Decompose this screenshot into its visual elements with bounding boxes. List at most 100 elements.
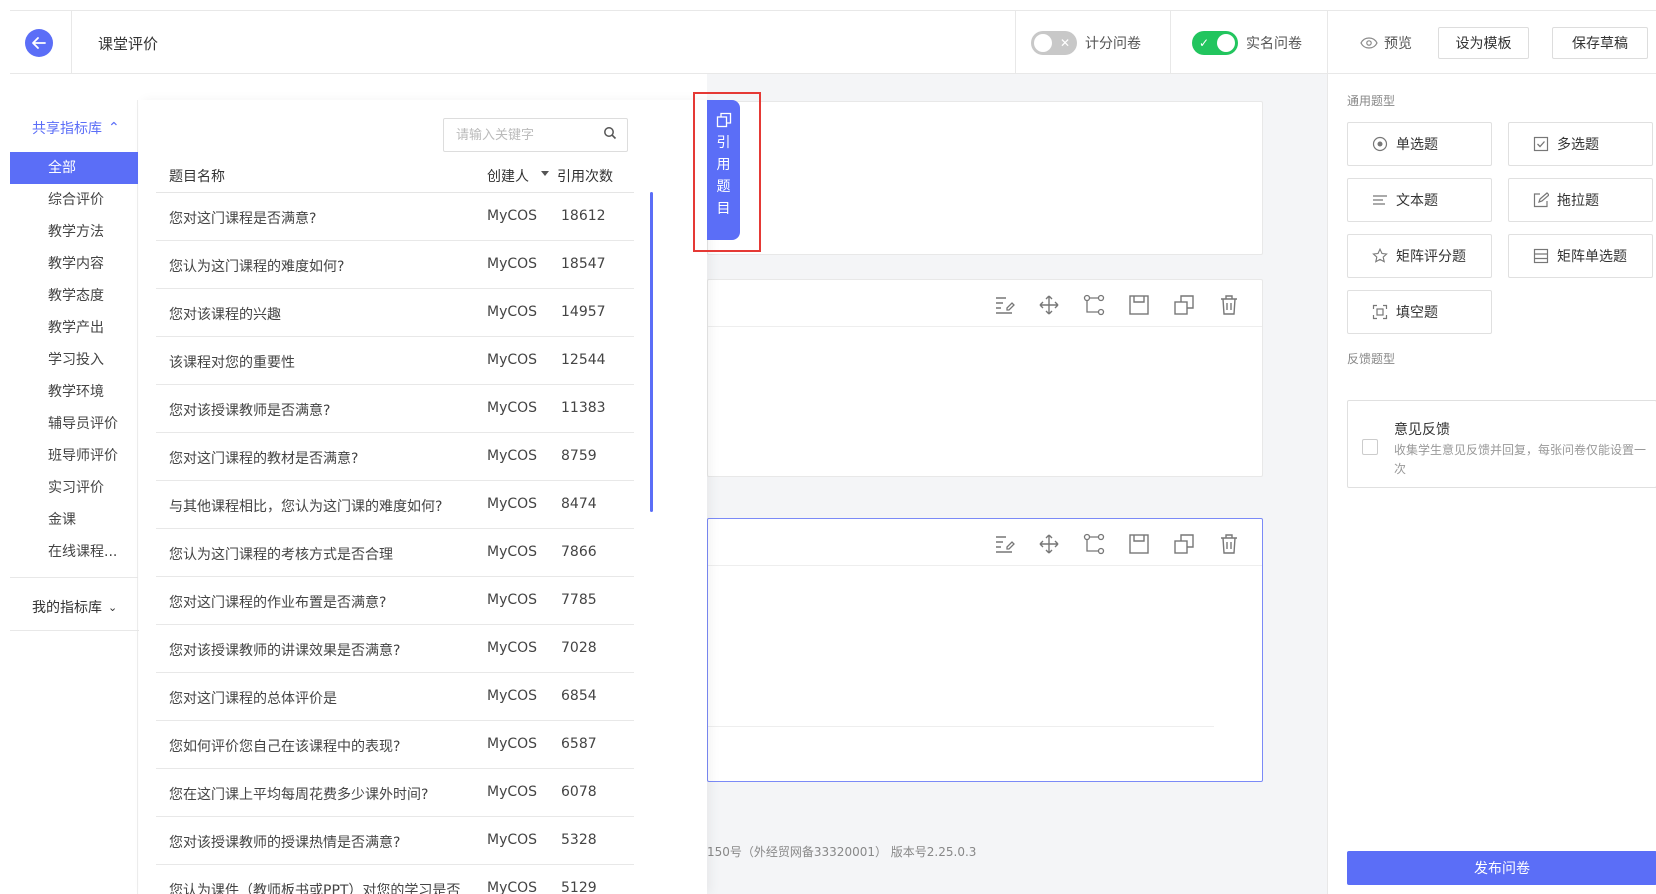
publish-button[interactable]: 发布问卷 bbox=[1347, 851, 1656, 885]
divider bbox=[708, 326, 1262, 327]
category-item[interactable]: 实习评价 bbox=[10, 472, 138, 504]
save-icon[interactable] bbox=[1128, 533, 1150, 555]
logic-icon[interactable] bbox=[1083, 533, 1105, 555]
set-template-button[interactable]: 设为模板 bbox=[1438, 27, 1529, 59]
table-row[interactable]: 该课程对您的重要性 MyCOS 12544 bbox=[156, 337, 634, 385]
toggle-knob bbox=[1217, 34, 1235, 52]
category-item[interactable]: 全部 bbox=[10, 152, 138, 184]
delete-icon[interactable] bbox=[1218, 533, 1240, 555]
search-input[interactable] bbox=[456, 127, 586, 143]
table-row[interactable]: 您认为这门课程的难度如何? MyCOS 18547 bbox=[156, 241, 634, 289]
question-count: 7785 bbox=[561, 592, 597, 608]
question-creator: MyCOS bbox=[487, 688, 538, 704]
type-label: 多选题 bbox=[1557, 137, 1599, 153]
my-lib-toggle[interactable]: 我的指标库 ⌄ bbox=[32, 597, 117, 617]
question-name: 您认为这门课程的难度如何? bbox=[169, 259, 345, 275]
question-count: 8474 bbox=[561, 496, 597, 512]
edit-icon[interactable] bbox=[993, 533, 1015, 555]
column-header-name: 题目名称 bbox=[169, 169, 225, 185]
type-matrix-rating[interactable]: 矩阵评分题 bbox=[1347, 234, 1492, 278]
save-icon[interactable] bbox=[1128, 294, 1150, 316]
sort-down-icon[interactable] bbox=[541, 171, 549, 176]
category-item[interactable]: 教学环境 bbox=[10, 376, 138, 408]
search-icon[interactable] bbox=[603, 126, 617, 144]
question-creator: MyCOS bbox=[487, 208, 538, 224]
table-row[interactable]: 与其他课程相比，您认为这门课的难度如何? MyCOS 8474 bbox=[156, 481, 634, 529]
column-header-creator[interactable]: 创建人 bbox=[487, 166, 529, 186]
table-row[interactable]: 您在这门课上平均每周花费多少课外时间? MyCOS 6078 bbox=[156, 769, 634, 817]
search-box bbox=[443, 118, 628, 152]
survey-header-card[interactable] bbox=[707, 101, 1263, 255]
category-item[interactable]: 教学态度 bbox=[10, 280, 138, 312]
move-icon[interactable] bbox=[1038, 294, 1060, 316]
category-item[interactable]: 学习投入 bbox=[10, 344, 138, 376]
question-list: 您对这门课程是否满意? MyCOS 18612 您认为这门课程的难度如何? MyCOS… bbox=[156, 193, 634, 894]
question-creator: MyCOS bbox=[487, 448, 538, 464]
category-item[interactable]: 金课 bbox=[10, 504, 138, 536]
type-fill-blank[interactable]: 填空题 bbox=[1347, 290, 1492, 334]
type-single-choice[interactable]: 单选题 bbox=[1347, 122, 1492, 166]
divider bbox=[10, 630, 148, 631]
general-types-label: 通用题型 bbox=[1347, 94, 1396, 108]
question-creator: MyCOS bbox=[487, 880, 538, 894]
preview-button[interactable]: 预览 bbox=[1360, 33, 1412, 53]
table-row[interactable]: 您认为这门课程的考核方式是否合理 MyCOS 7866 bbox=[156, 529, 634, 577]
separator bbox=[1327, 11, 1328, 74]
realname-toggle-label: 实名问卷 bbox=[1246, 36, 1302, 52]
matrix-icon bbox=[1533, 248, 1549, 264]
edit-icon[interactable] bbox=[993, 294, 1015, 316]
back-button[interactable] bbox=[25, 29, 53, 57]
scrollbar-thumb[interactable] bbox=[650, 192, 653, 512]
category-item[interactable]: 教学产出 bbox=[10, 312, 138, 344]
type-drag[interactable]: 拖拉题 bbox=[1508, 178, 1653, 222]
table-row[interactable]: 您如何评价您自己在该课程中的表现? MyCOS 6587 bbox=[156, 721, 634, 769]
category-item[interactable]: 班导师评价 bbox=[10, 440, 138, 472]
table-row[interactable]: 您对该课程的兴趣 MyCOS 14957 bbox=[156, 289, 634, 337]
type-label: 拖拉题 bbox=[1557, 193, 1599, 209]
category-item[interactable]: 在线课程... bbox=[10, 536, 138, 568]
table-row[interactable]: 您对这门课程的总体评价是 MyCOS 6854 bbox=[156, 673, 634, 721]
copy-icon[interactable] bbox=[1173, 294, 1195, 316]
question-name: 您对这门课程的总体评价是 bbox=[169, 691, 337, 707]
feedback-checkbox[interactable] bbox=[1362, 439, 1378, 455]
table-row[interactable]: 您认为课件（教师板书或PPT）对您的学习是否 MyCOS 5129 bbox=[156, 865, 634, 894]
divider bbox=[708, 726, 1214, 727]
table-row[interactable]: 您对该授课教师的讲课效果是否满意? MyCOS 7028 bbox=[156, 625, 634, 673]
table-row[interactable]: 您对这门课程的教材是否满意? MyCOS 8759 bbox=[156, 433, 634, 481]
type-multi-choice[interactable]: 多选题 bbox=[1508, 122, 1653, 166]
move-icon[interactable] bbox=[1038, 533, 1060, 555]
question-count: 5129 bbox=[561, 880, 597, 894]
type-label: 文本题 bbox=[1396, 193, 1438, 209]
table-row[interactable]: 您对该授课教师是否满意? MyCOS 11383 bbox=[156, 385, 634, 433]
table-row[interactable]: 您对这门课程是否满意? MyCOS 18612 bbox=[156, 193, 634, 241]
save-draft-button[interactable]: 保存草稿 bbox=[1552, 27, 1648, 59]
type-matrix-single[interactable]: 矩阵单选题 bbox=[1508, 234, 1653, 278]
feedback-type-card[interactable]: 意见反馈 收集学生意见反馈并回复，每张问卷仅能设置一次 bbox=[1347, 400, 1656, 488]
category-item[interactable]: 教学内容 bbox=[10, 248, 138, 280]
logic-icon[interactable] bbox=[1083, 294, 1105, 316]
table-row[interactable]: 您对这门课程的作业布置是否满意? MyCOS 7785 bbox=[156, 577, 634, 625]
question-name: 您对这门课程的教材是否满意? bbox=[169, 451, 359, 467]
type-label: 单选题 bbox=[1396, 137, 1438, 153]
category-item[interactable]: 辅导员评价 bbox=[10, 408, 138, 440]
radio-icon bbox=[1372, 136, 1388, 152]
category-item[interactable]: 综合评价 bbox=[10, 184, 138, 216]
question-type-panel: 通用题型 单选题 多选题 文本题 拖拉题 矩阵评分题 矩阵单选题 填空题 反馈题… bbox=[1327, 74, 1656, 894]
shared-lib-toggle[interactable]: 共享指标库 ⌃ bbox=[32, 118, 120, 138]
category-item[interactable]: 教学方法 bbox=[10, 216, 138, 248]
question-card-selected[interactable] bbox=[707, 518, 1263, 782]
question-card[interactable] bbox=[707, 279, 1263, 477]
question-name: 该课程对您的重要性 bbox=[169, 355, 295, 371]
type-text[interactable]: 文本题 bbox=[1347, 178, 1492, 222]
fill-blank-icon bbox=[1372, 304, 1388, 320]
question-toolbar bbox=[993, 533, 1240, 555]
realname-toggle[interactable]: ✓ bbox=[1192, 31, 1238, 55]
copy-icon[interactable] bbox=[1173, 533, 1195, 555]
question-creator: MyCOS bbox=[487, 736, 538, 752]
delete-icon[interactable] bbox=[1218, 294, 1240, 316]
score-toggle-label: 计分问卷 bbox=[1085, 36, 1141, 52]
highlight-frame bbox=[693, 92, 761, 252]
score-toggle[interactable]: ✕ bbox=[1031, 31, 1077, 55]
question-name: 您对该授课教师的讲课效果是否满意? bbox=[169, 643, 401, 659]
table-row[interactable]: 您对该授课教师的授课热情是否满意? MyCOS 5328 bbox=[156, 817, 634, 865]
